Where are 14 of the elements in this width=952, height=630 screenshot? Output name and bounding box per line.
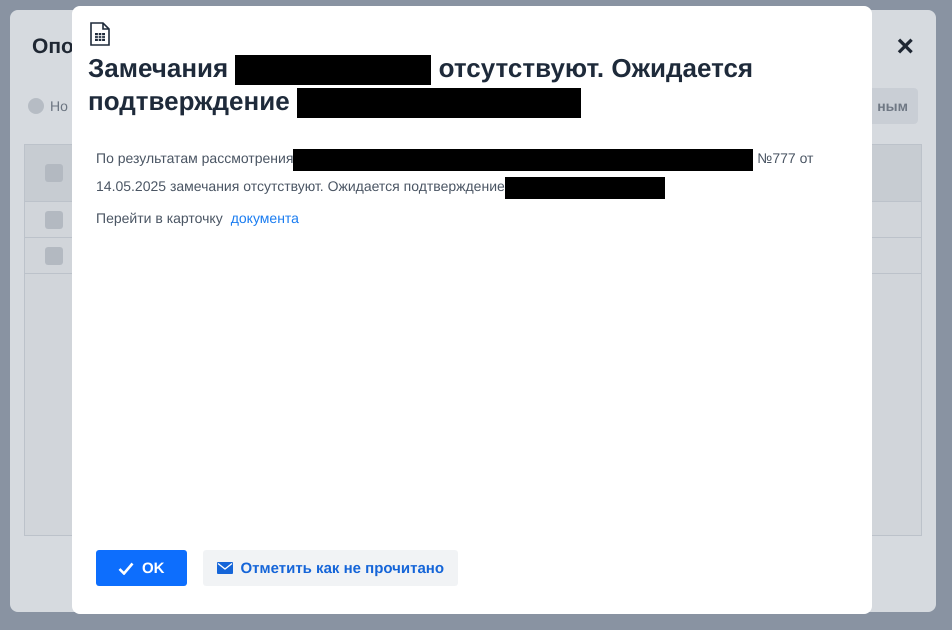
close-button[interactable]: × (896, 32, 914, 62)
envelope-icon (216, 562, 232, 574)
mark-unread-button[interactable]: Отметить как не прочитано (202, 550, 458, 586)
checkbox[interactable] (45, 210, 63, 228)
radio-button[interactable]: Но (28, 98, 68, 114)
dialog-title: Замечания отсутствуют. Ожидается подтверждение (88, 52, 754, 118)
check-icon (118, 562, 134, 574)
dialog-title: Опо (32, 35, 74, 59)
ok-button[interactable]: OK (96, 550, 186, 586)
spreadsheet-file-icon (90, 22, 110, 46)
checkbox[interactable] (45, 246, 63, 264)
document-link[interactable]: документа (230, 210, 299, 226)
message-text: По результатам рассмотрения №777 от 14.05.2025 замечания отсутствуют. Ожидается подтверждение (96, 144, 856, 200)
link-label: Перейти в карточку (96, 210, 223, 226)
